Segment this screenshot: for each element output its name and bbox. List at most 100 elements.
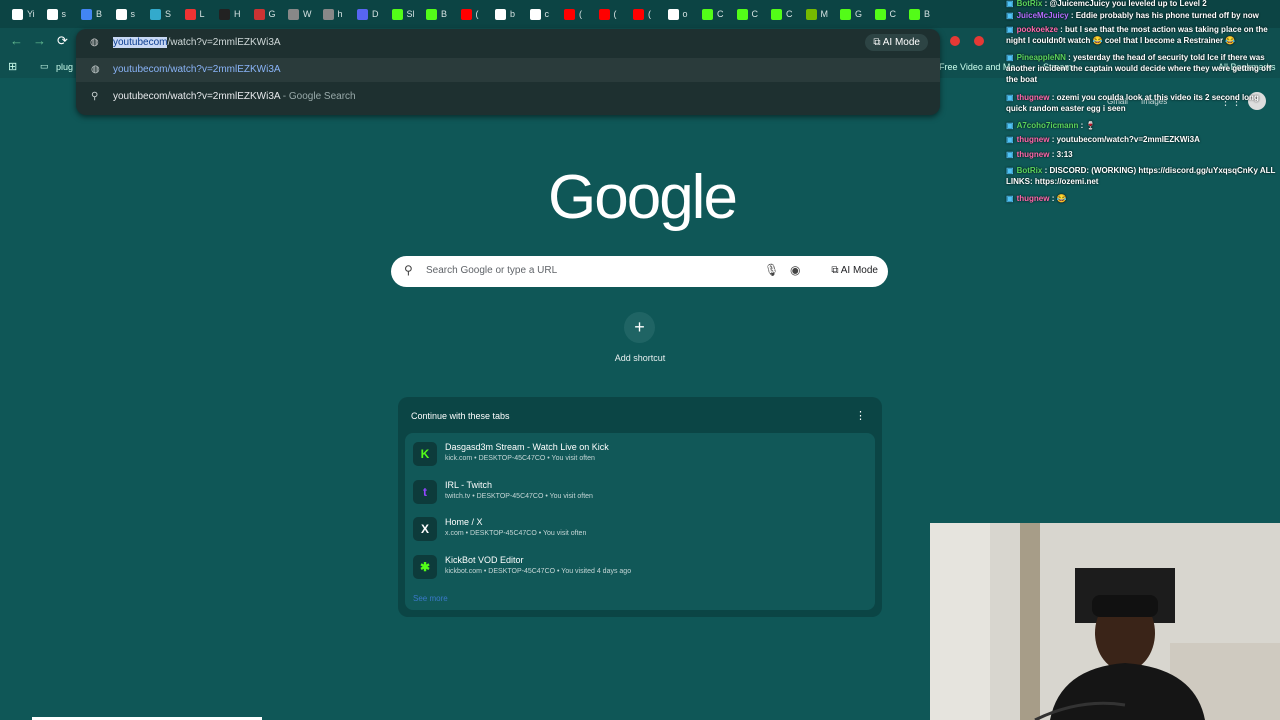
reload-icon[interactable]: ⟳ bbox=[57, 33, 68, 49]
tab-title: Home / X bbox=[445, 517, 483, 527]
tab-title: KickBot VOD Editor bbox=[445, 554, 524, 565]
tab-label: c bbox=[544, 9, 550, 19]
badge-icon: ▣ bbox=[1006, 150, 1014, 159]
add-shortcut-label: Add shortcut bbox=[614, 353, 666, 363]
browser-tab[interactable]: D bbox=[357, 6, 379, 22]
chat-message: ▣ A7coho7icmann : 🍷 bbox=[1006, 120, 1276, 131]
browser-tab[interactable]: C bbox=[771, 6, 793, 22]
add-shortcut-button[interactable]: + bbox=[624, 312, 655, 343]
card-title: Continue with these tabs bbox=[411, 411, 510, 421]
chat-text: : Eddie probably has his phone turned of… bbox=[1070, 11, 1259, 20]
tab-label: o bbox=[682, 9, 688, 19]
circle-icon bbox=[150, 8, 161, 20]
tab-row[interactable]: ✱ KickBot VOD Editor kickbot.com • DESKTOP… bbox=[405, 549, 875, 586]
site-info-icon[interactable]: ◍ bbox=[90, 37, 99, 48]
browser-tab[interactable]: C bbox=[702, 6, 724, 22]
chat-message: ▣ thugnew : ozemi you coulda look at this… bbox=[1006, 92, 1276, 114]
tab-label: B bbox=[924, 9, 931, 19]
tab-label: H bbox=[234, 9, 241, 19]
ntp-ai-mode-button[interactable]: ⧉ AI Mode bbox=[831, 265, 878, 276]
browser-tab[interactable]: H bbox=[219, 6, 241, 22]
browser-tab[interactable]: ( bbox=[460, 6, 479, 22]
browser-tab[interactable]: C bbox=[874, 6, 897, 22]
extension-icon[interactable] bbox=[950, 36, 960, 46]
site-icon: t bbox=[413, 479, 437, 504]
omnibox-ai-mode-button[interactable]: ⧉ AI Mode bbox=[865, 34, 928, 51]
tab-label: G bbox=[855, 9, 863, 19]
chat-message: ▣ PineappleNN : yesterday the head of sec… bbox=[1006, 52, 1276, 85]
extension-icon[interactable] bbox=[974, 36, 984, 46]
browser-tab[interactable]: Sl bbox=[391, 6, 415, 22]
back-icon[interactable]: ← bbox=[10, 33, 23, 48]
apps-icon[interactable]: ⊞ bbox=[8, 60, 17, 73]
browser-tab[interactable]: W bbox=[288, 6, 312, 22]
kickbot-icon bbox=[736, 8, 748, 20]
browser-tab[interactable]: C bbox=[736, 6, 758, 22]
tab-row[interactable]: t IRL - Twitch twitch.tv • DESKTOP-45C47CO… bbox=[405, 474, 875, 511]
browser-tab[interactable]: G bbox=[253, 6, 276, 22]
ai-mode-icon: ⧉ bbox=[831, 265, 841, 276]
url-rest-text: /watch?v=2mmlEZKWi3A bbox=[167, 37, 281, 48]
browser-tab[interactable]: S bbox=[150, 6, 171, 22]
bookmark-folder-icon: ▭ bbox=[40, 61, 49, 71]
google-icon bbox=[529, 8, 541, 20]
browser-tab[interactable]: s bbox=[115, 6, 135, 22]
browser-tab[interactable]: s bbox=[46, 6, 67, 22]
dot-icon bbox=[184, 8, 196, 20]
google-icon bbox=[115, 8, 127, 20]
tab-meta: x.com • DESKTOP-45C47CO • You visit ofte… bbox=[445, 530, 587, 537]
tab-label: Sl bbox=[406, 9, 415, 19]
badge-icon: ▣ bbox=[1006, 11, 1014, 20]
tab-label: s bbox=[61, 9, 67, 19]
see-more-link[interactable]: See more bbox=[413, 594, 448, 603]
suggestion-search[interactable]: ⚲ youtubecom/watch?v=2mmlEZKWi3A - Googl… bbox=[76, 85, 940, 109]
address-input[interactable]: youtubecom/watch?v=2mmlEZKWi3A bbox=[113, 37, 281, 48]
tab-label: W bbox=[303, 9, 312, 19]
chat-username: pookoekze bbox=[1016, 25, 1058, 34]
tab-label: C bbox=[717, 9, 724, 19]
browser-tab[interactable]: ( bbox=[633, 6, 651, 22]
chat-username: PineappleNN bbox=[1016, 53, 1066, 62]
badge-icon: ▣ bbox=[1006, 25, 1014, 34]
browser-tab[interactable]: M bbox=[805, 6, 828, 22]
microphone-icon[interactable]: 🎙 bbox=[764, 263, 779, 277]
tab-meta: kickbot.com • DESKTOP-45C47CO • You visi… bbox=[445, 567, 632, 575]
url-selected-text: youtubecom bbox=[113, 37, 168, 48]
browser-tab[interactable]: Yi bbox=[12, 6, 35, 22]
tab-meta: kick.com • DESKTOP-45C47CO • You visit o… bbox=[445, 455, 595, 462]
tab-row[interactable]: X Home / X x.com • DESKTOP-45C47CO • You v… bbox=[405, 511, 875, 548]
lens-icon[interactable]: ◉ bbox=[790, 263, 800, 277]
browser-tab[interactable]: L bbox=[184, 6, 205, 22]
browser-tab[interactable]: B bbox=[909, 6, 930, 22]
chat-text: : youtubecom/watch?v=2mmlEZKWi3A bbox=[1051, 135, 1200, 144]
browser-tab[interactable]: ( bbox=[564, 6, 582, 22]
kickbot-icon bbox=[702, 8, 713, 20]
nvidia-icon bbox=[805, 8, 817, 20]
browser-tab[interactable]: b bbox=[495, 6, 515, 22]
suggestion-url[interactable]: ◍ youtubecom/watch?v=2mmlEZKWi3A bbox=[76, 58, 940, 82]
browser-tab[interactable]: o bbox=[667, 6, 688, 22]
browser-tab[interactable]: G bbox=[840, 6, 862, 22]
chat-text: : 🍷 bbox=[1080, 121, 1096, 130]
youtube-icon bbox=[564, 8, 575, 20]
chat-message: ▣ thugnew : 😂 bbox=[1006, 193, 1276, 204]
browser-tab[interactable]: c bbox=[529, 6, 550, 22]
chat-text: : 😂 bbox=[1051, 194, 1067, 203]
pinterest-icon bbox=[219, 8, 230, 20]
suggestion-text: youtubecom/watch?v=2mmlEZKWi3A bbox=[113, 64, 281, 75]
browser-tab[interactable]: h bbox=[322, 6, 343, 22]
browser-tab[interactable]: B bbox=[426, 6, 447, 22]
tab-label: C bbox=[889, 9, 897, 19]
tab-label: B bbox=[441, 9, 448, 19]
tab-row[interactable]: K Dasgasd3m Stream - Watch Live on Kick ki… bbox=[405, 436, 875, 473]
browser-tab[interactable]: ( bbox=[598, 6, 617, 22]
suggestion-text: youtubecom/watch?v=2mmlEZKWi3A - Google … bbox=[113, 91, 356, 102]
more-options-icon[interactable]: ⋮ bbox=[855, 409, 866, 422]
bookmark-plug[interactable]: plug bbox=[56, 62, 73, 72]
browser-tab[interactable]: B bbox=[81, 6, 102, 22]
ntp-search-box[interactable]: ⚲ Search Google or type a URL 🎙 ◉ ⧉ AI M… bbox=[391, 256, 888, 287]
search-icon: ⚲ bbox=[91, 91, 99, 102]
forward-icon[interactable]: → bbox=[33, 33, 46, 48]
webcam-image bbox=[930, 523, 1280, 720]
youtube-icon bbox=[460, 8, 472, 20]
